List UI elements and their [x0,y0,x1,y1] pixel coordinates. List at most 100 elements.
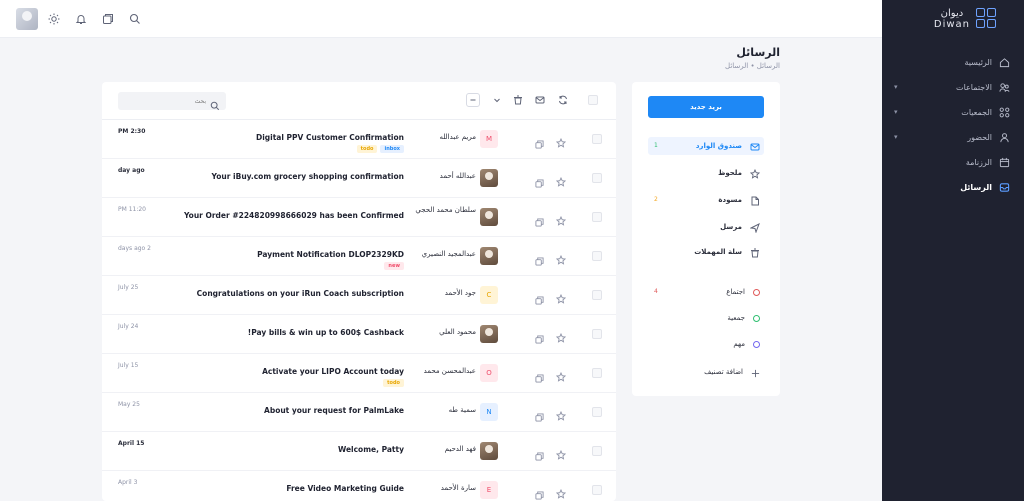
mail-icon[interactable] [533,93,547,107]
row-checkbox[interactable] [592,446,602,456]
email-subject[interactable]: Payment Notification DLOP2329KD [257,250,404,259]
row-checkbox[interactable] [592,134,602,144]
email-row[interactable]: days ago 2 Payment Notification DLOP2329K… [102,237,616,276]
star-icon[interactable] [555,250,567,269]
star-icon[interactable] [555,211,567,230]
copy-icon[interactable] [535,407,544,426]
email-row[interactable]: April 15 Welcome, Patty فهد الدحيم [102,432,616,471]
folder-inbox[interactable]: 1 صندوق الوارد [648,137,764,155]
tag-badge: todo [356,145,378,153]
email-time: April 3 [118,479,138,486]
label-item[interactable]: مهم [648,336,764,352]
star-icon[interactable] [555,445,567,464]
star-icon[interactable] [555,484,567,501]
email-time: July 25 [118,284,139,291]
sun-icon[interactable] [47,12,61,26]
avatar: E [480,481,498,499]
select-all-checkbox[interactable] [586,93,600,107]
star-icon[interactable] [555,172,567,191]
email-subject[interactable]: About your request for PalmLake [264,406,404,415]
compose-button[interactable]: بريد جديد [648,96,764,118]
copy-icon[interactable] [535,251,544,270]
folder-count: 1 [654,142,658,149]
sidebar-item-associations[interactable]: ▾ الجمعيات [882,100,1024,125]
email-subject[interactable]: Digital PPV Customer Confirmation [256,133,404,142]
email-subject[interactable]: Your Order #224820998666029 has been Con… [184,211,404,220]
folder-send[interactable]: مرسل [648,218,764,236]
email-row[interactable]: July 15 Activate your LIPO Account today t… [102,354,616,393]
row-checkbox[interactable] [592,485,602,495]
chevron-down-icon: ▾ [894,83,898,91]
folder-label: ملحوظ [718,169,742,177]
copy-icon[interactable] [535,485,544,501]
send-icon [749,218,760,237]
row-checkbox[interactable] [592,329,602,339]
copy-icon[interactable] [535,290,544,309]
folder-draft[interactable]: 2 مسودة [648,191,764,209]
folder-label: صندوق الوارد [695,142,742,150]
sidebar: ديوان Diwan الرئيسية ▾ الاجتماعات ▾ الجمعيات… [882,0,1024,501]
chevron-down-icon: ▾ [894,133,898,141]
sidebar-item-label: الجمعيات [961,108,992,117]
sidebar-item-messages[interactable]: الرسائل [882,175,1024,200]
label-item[interactable]: جمعية [648,310,764,326]
star-icon[interactable] [555,133,567,152]
avatar: N [480,403,498,421]
sidebar-item-home[interactable]: الرئيسية [882,50,1024,75]
windows-icon[interactable] [101,12,115,26]
avatar: M [480,130,498,148]
minus-box-icon[interactable] [466,93,480,107]
sidebar-item-attendance[interactable]: ▾ الحضور [882,125,1024,150]
email-subject[interactable]: Congratulations on your iRun Coach subsc… [197,289,404,298]
email-subject[interactable]: Free Video Marketing Guide [286,484,404,493]
email-sender: سارة الأحمد [440,484,476,492]
copy-icon[interactable] [535,212,544,231]
folder-star[interactable]: ملحوظ [648,164,764,182]
email-row[interactable]: April 3 Free Video Marketing Guide سارة ال… [102,471,616,501]
chevron-down-icon[interactable] [490,93,504,107]
bell-icon[interactable] [74,12,88,26]
avatar [480,208,498,226]
email-row[interactable]: May 25 About your request for PalmLake سمي… [102,393,616,432]
sidebar-item-calendar[interactable]: الرزنامة [882,150,1024,175]
label-dot-icon [753,314,760,322]
email-row[interactable]: July 24 !Pay bills & win up to 600$ Cashb… [102,315,616,354]
page-title: الرسائل [736,46,780,59]
email-row[interactable]: July 25 Congratulations on your iRun Coac… [102,276,616,315]
sidebar-item-label: الرئيسية [964,58,992,67]
refresh-icon[interactable] [556,93,570,107]
row-checkbox[interactable] [592,251,602,261]
email-row[interactable]: PM 2:30 Digital PPV Customer Confirmation… [102,120,616,159]
add-label-button[interactable]: اضافة تصنيف [648,364,764,380]
user-avatar[interactable] [16,8,38,30]
email-subject[interactable]: Welcome, Patty [338,445,404,454]
email-subject[interactable]: Your iBuy.com grocery shopping confirmat… [212,172,405,181]
row-checkbox[interactable] [592,407,602,417]
star-icon[interactable] [555,328,567,347]
copy-icon[interactable] [535,446,544,465]
search-icon[interactable] [128,12,142,26]
sidebar-item-meetings[interactable]: ▾ الاجتماعات [882,75,1024,100]
trash-icon[interactable] [511,93,525,107]
search-icon [210,96,220,115]
row-checkbox[interactable] [592,212,602,222]
label-item[interactable]: 4 اجتماع [648,284,764,300]
folder-trash[interactable]: سلة المهملات [648,243,764,261]
copy-icon[interactable] [535,368,544,387]
row-checkbox[interactable] [592,368,602,378]
copy-icon[interactable] [535,329,544,348]
star-icon[interactable] [555,367,567,386]
copy-icon[interactable] [535,173,544,192]
row-checkbox[interactable] [592,290,602,300]
email-subject[interactable]: Activate your LIPO Account today [262,367,404,376]
draft-icon [750,191,760,210]
star-icon[interactable] [555,289,567,308]
avatar [480,247,498,265]
logo-name-ar: ديوان [940,8,964,19]
email-row[interactable]: day ago Your iBuy.com grocery shopping co… [102,159,616,198]
email-row[interactable]: PM 11:20 Your Order #224820998666029 has … [102,198,616,237]
email-subject[interactable]: !Pay bills & win up to 600$ Cashback [248,328,404,337]
star-icon[interactable] [555,406,567,425]
row-checkbox[interactable] [592,173,602,183]
copy-icon[interactable] [535,134,544,153]
